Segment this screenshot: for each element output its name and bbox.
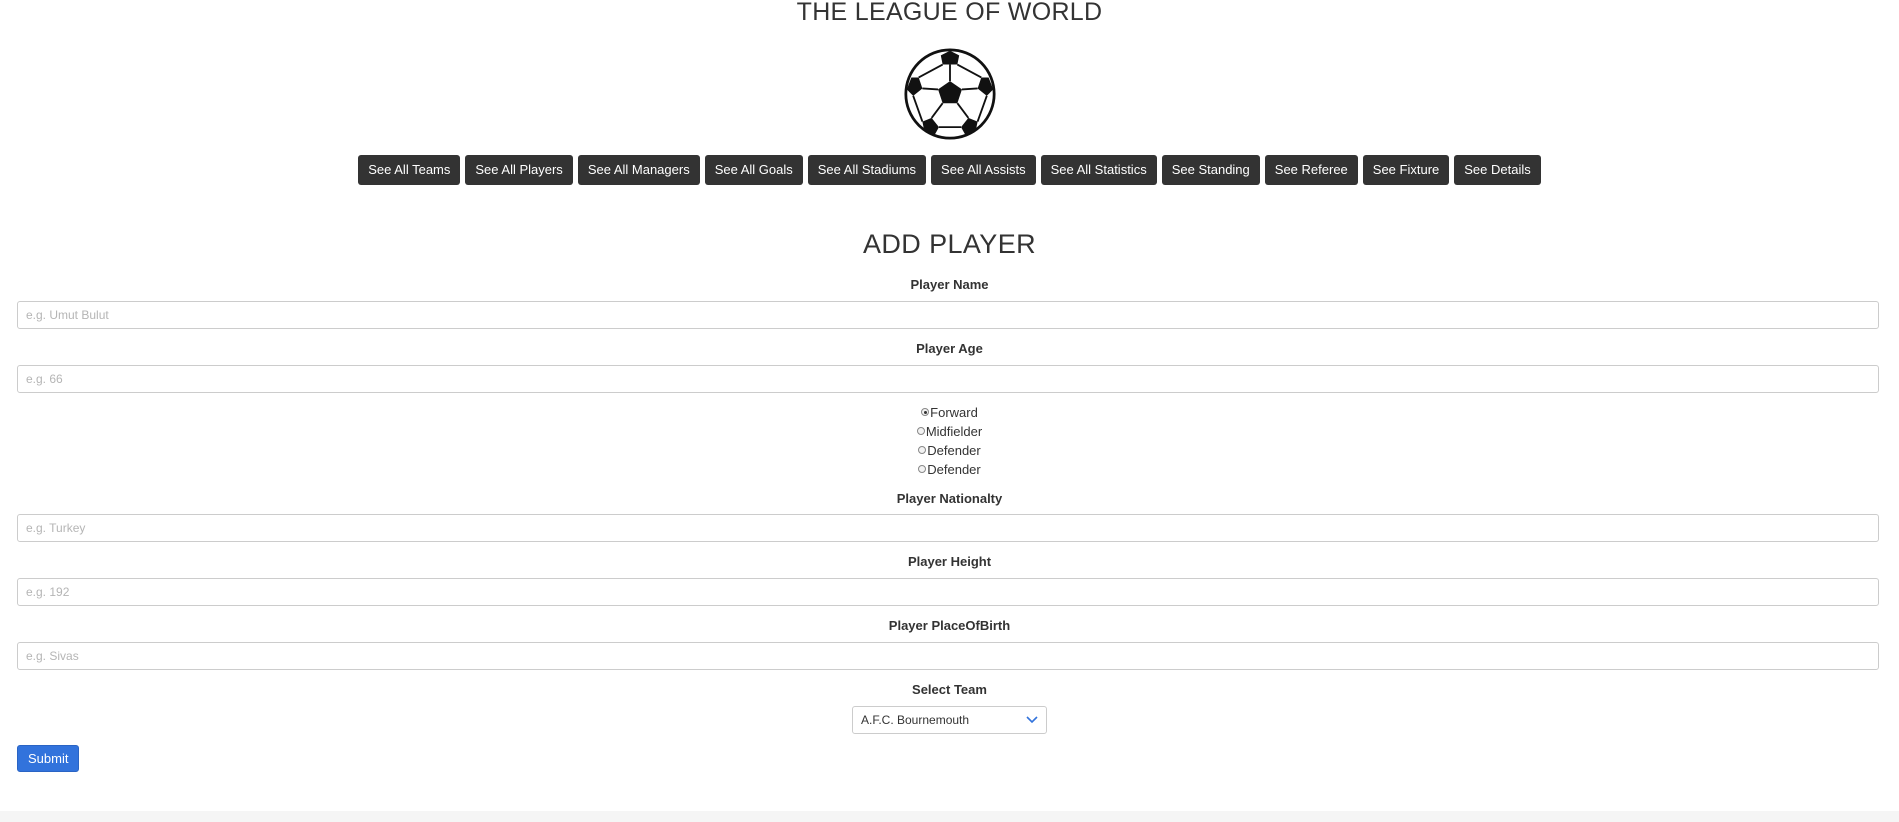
- player-age-input[interactable]: [17, 365, 1879, 393]
- radio-unchecked-icon[interactable]: [918, 465, 927, 473]
- see-all-goals-button[interactable]: See All Goals: [704, 155, 803, 185]
- see-details-button[interactable]: See Details: [1454, 155, 1541, 185]
- see-all-stadiums-button[interactable]: See All Stadiums: [807, 155, 927, 185]
- player-name-input[interactable]: [17, 301, 1879, 329]
- player-age-label: Player Age: [916, 341, 983, 356]
- site-title: THE LEAGUE OF WORLD: [796, 0, 1103, 26]
- see-all-statistics-button[interactable]: See All Statistics: [1040, 155, 1157, 185]
- page: THE LEAGUE OF WORLD See All Teams See Al…: [0, 0, 1899, 822]
- select-team-label: Select Team: [912, 682, 987, 697]
- player-nationality-input[interactable]: [17, 514, 1879, 542]
- player-height-label: Player Height: [907, 554, 992, 569]
- player-birthplace-input[interactable]: [17, 642, 1879, 670]
- see-standing-button[interactable]: See Standing: [1161, 155, 1260, 185]
- position-radio-defender-2[interactable]: Defender: [0, 462, 1899, 478]
- position-radio-midfielder[interactable]: Midfielder: [0, 424, 1899, 440]
- footer: [0, 811, 1899, 822]
- see-all-players-button[interactable]: See All Players: [465, 155, 573, 185]
- position-label: Midfielder: [925, 424, 983, 439]
- radio-unchecked-icon[interactable]: [918, 446, 927, 454]
- position-label: Defender: [927, 462, 981, 477]
- see-fixture-button[interactable]: See Fixture: [1362, 155, 1450, 185]
- see-all-managers-button[interactable]: See All Managers: [577, 155, 700, 185]
- position-radio-forward[interactable]: Forward: [0, 405, 1899, 421]
- main-nav: See All Teams See All Players See All Ma…: [0, 155, 1899, 185]
- see-all-teams-button[interactable]: See All Teams: [358, 155, 461, 185]
- player-name-label: Player Name: [910, 277, 989, 292]
- player-birthplace-label: Player PlaceOfBirth: [888, 618, 1011, 633]
- position-label: Forward: [930, 405, 978, 420]
- team-select-value: A.F.C. Bournemouth: [861, 713, 970, 727]
- form-title: ADD PLAYER: [862, 229, 1037, 259]
- team-select[interactable]: A.F.C. Bournemouth: [852, 706, 1047, 734]
- soccer-ball-icon: [904, 48, 996, 140]
- player-height-input[interactable]: [17, 578, 1879, 606]
- radio-checked-icon[interactable]: [921, 408, 930, 416]
- position-label: Defender: [927, 443, 981, 458]
- position-radio-defender[interactable]: Defender: [0, 443, 1899, 459]
- chevron-down-icon: [1026, 714, 1038, 726]
- see-all-assists-button[interactable]: See All Assists: [931, 155, 1036, 185]
- player-nationality-label: Player Nationalty: [896, 491, 1003, 506]
- submit-button[interactable]: Submit: [17, 745, 80, 772]
- see-referee-button[interactable]: See Referee: [1264, 155, 1358, 185]
- radio-unchecked-icon[interactable]: [916, 427, 925, 435]
